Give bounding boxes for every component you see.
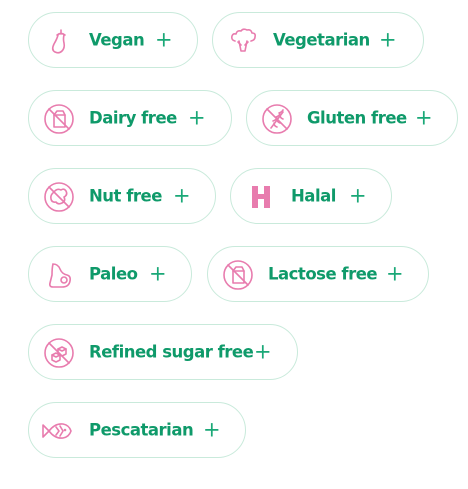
filter-chip-gluten-free[interactable]: Gluten free + xyxy=(246,90,458,146)
add-icon: + xyxy=(386,261,404,286)
filter-chip-vegetarian[interactable]: Vegetarian + xyxy=(212,12,424,68)
fish-icon xyxy=(41,415,73,447)
eggplant-icon xyxy=(45,25,77,57)
add-icon: + xyxy=(173,183,191,208)
filter-chip-label: Dairy free xyxy=(89,108,177,128)
add-icon: + xyxy=(415,105,433,130)
filter-chip-vegan[interactable]: Vegan + xyxy=(28,12,198,68)
filter-chip-label: Refined sugar free xyxy=(89,342,254,362)
no-sugar-cube-icon xyxy=(43,337,75,369)
filter-chip-label: Paleo xyxy=(89,264,138,284)
filter-chip-label: Pescatarian xyxy=(89,420,194,440)
add-icon: + xyxy=(254,339,272,364)
filter-chip-label: Nut free xyxy=(89,186,162,206)
no-wheat-icon xyxy=(261,103,293,135)
meat-steak-icon xyxy=(43,259,75,291)
filter-chip-pescatarian[interactable]: Pescatarian + xyxy=(28,402,246,458)
filter-chip-nut-free[interactable]: Nut free + xyxy=(28,168,216,224)
no-nut-icon xyxy=(43,181,75,213)
filter-chip-refined-sugar-free[interactable]: Refined sugar free + xyxy=(28,324,298,380)
halal-h-icon xyxy=(245,181,277,213)
filter-chip-paleo[interactable]: Paleo + xyxy=(28,246,192,302)
no-milk-carton-icon xyxy=(222,259,254,291)
filter-chip-lactose-free[interactable]: Lactose free + xyxy=(207,246,429,302)
broccoli-icon xyxy=(227,25,259,57)
add-icon: + xyxy=(149,261,167,286)
filter-chip-label: Vegan xyxy=(89,30,145,50)
filter-chip-label: Gluten free xyxy=(307,108,407,128)
add-icon: + xyxy=(188,105,206,130)
add-icon: + xyxy=(203,417,221,442)
filter-chip-label: Halal xyxy=(291,186,336,206)
no-milk-carton-icon xyxy=(43,103,75,135)
add-icon: + xyxy=(155,27,173,52)
filter-chip-halal[interactable]: Halal + xyxy=(230,168,392,224)
add-icon: + xyxy=(349,183,367,208)
filter-chip-label: Lactose free xyxy=(268,264,378,284)
add-icon: + xyxy=(379,27,397,52)
filter-chip-dairy-free[interactable]: Dairy free + xyxy=(28,90,232,146)
filter-chip-label: Vegetarian xyxy=(273,30,370,50)
